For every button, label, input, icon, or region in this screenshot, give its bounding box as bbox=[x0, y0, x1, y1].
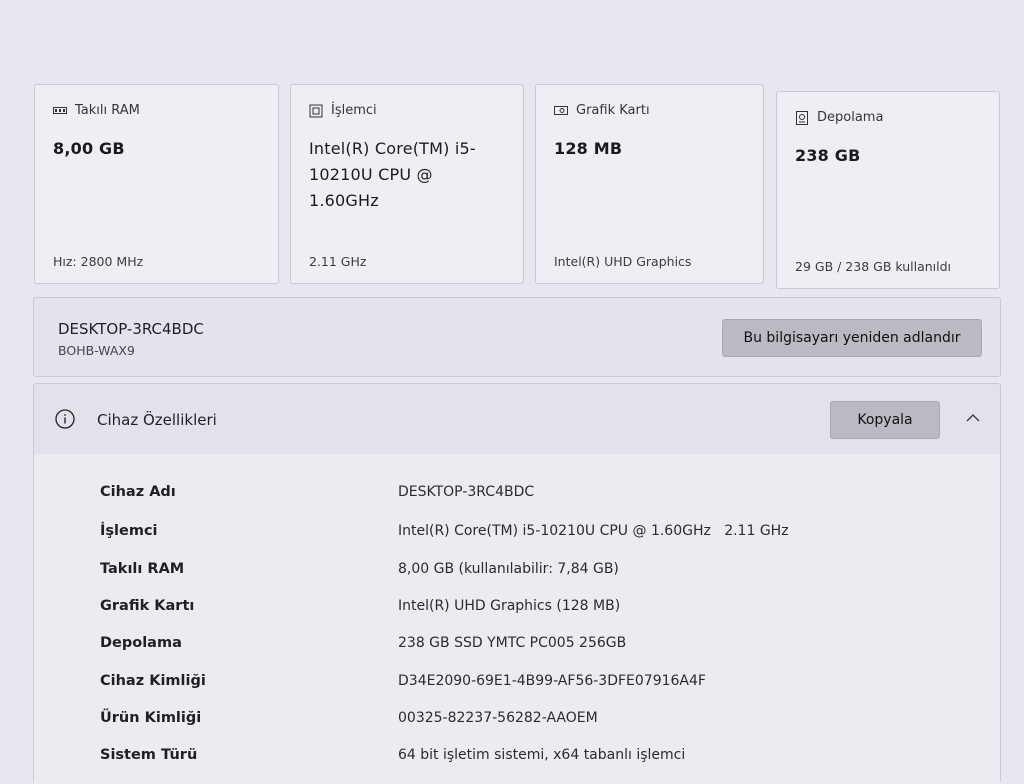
spec-row-system-type: Sistem Türü 64 bit işletim sistemi, x64 … bbox=[34, 747, 1000, 777]
spec-label: Grafik Kartı bbox=[100, 598, 195, 614]
storage-card-value: 238 GB bbox=[795, 146, 861, 165]
spec-label: Ürün Kimliği bbox=[100, 710, 202, 726]
spec-value: Intel(R) UHD Graphics (128 MB) bbox=[398, 598, 621, 614]
spec-label: Cihaz Adı bbox=[100, 484, 176, 500]
spec-row-processor: İşlemci Intel(R) Core(TM) i5-10210U CPU … bbox=[34, 523, 1000, 553]
spec-value: Intel(R) Core(TM) i5-10210U CPU @ 1.60GH… bbox=[398, 523, 789, 539]
spec-row-product-id: Ürün Kimliği 00325-82237-56282-AAOEM bbox=[34, 710, 1000, 740]
rename-pc-button[interactable]: Bu bilgisayarı yeniden adlandır bbox=[722, 319, 982, 357]
storage-card: Depolama 238 GB 29 GB / 238 GB kullanıld… bbox=[776, 91, 1000, 289]
spec-value: D34E2090-69E1-4B99-AF56-3DFE07916A4F bbox=[398, 673, 706, 689]
graphics-card-header: Grafik Kartı bbox=[554, 103, 745, 118]
processor-card-label: İşlemci bbox=[331, 103, 377, 118]
storage-card-label: Depolama bbox=[817, 110, 884, 125]
processor-card: İşlemci Intel(R) Core(TM) i5-10210U CPU … bbox=[290, 84, 524, 284]
storage-card-header: Depolama bbox=[795, 110, 981, 125]
processor-card-header: İşlemci bbox=[309, 103, 505, 118]
spec-value: 64 bit işletim sistemi, x64 tabanlı işle… bbox=[398, 747, 686, 763]
spec-row-graphics: Grafik Kartı Intel(R) UHD Graphics (128 … bbox=[34, 598, 1000, 628]
storage-icon bbox=[795, 110, 809, 125]
graphics-card-foot: Intel(R) UHD Graphics bbox=[554, 254, 692, 269]
spec-label: İşlemci bbox=[100, 523, 158, 539]
graphics-card-value: 128 MB bbox=[554, 139, 623, 158]
ram-card-header: Takılı RAM bbox=[53, 103, 260, 118]
device-specifications-list: Cihaz Adı DESKTOP-3RC4BDC İşlemci Intel(… bbox=[34, 454, 1000, 784]
storage-card-foot: 29 GB / 238 GB kullanıldı bbox=[795, 259, 952, 274]
spec-label: Sistem Türü bbox=[100, 747, 198, 763]
graphics-card-icon bbox=[554, 104, 568, 118]
ram-card-value: 8,00 GB bbox=[53, 139, 125, 158]
spec-value: 8,00 GB (kullanılabilir: 7,84 GB) bbox=[398, 561, 619, 577]
ram-card-foot: Hız: 2800 MHz bbox=[53, 254, 144, 269]
spec-row-device-id: Cihaz Kimliği D34E2090-69E1-4B99-AF56-3D… bbox=[34, 673, 1000, 703]
spec-value: 238 GB SSD YMTC PC005 256GB bbox=[398, 635, 627, 651]
device-specifications-title: Cihaz Özellikleri bbox=[97, 411, 217, 429]
info-icon bbox=[55, 409, 75, 429]
device-name: DESKTOP-3RC4BDC bbox=[58, 320, 204, 338]
ram-card-label: Takılı RAM bbox=[75, 103, 140, 118]
spec-row-device-name: Cihaz Adı DESKTOP-3RC4BDC bbox=[34, 484, 1000, 514]
device-specifications-panel: Cihaz Özellikleri Kopyala Cihaz Adı DESK… bbox=[33, 383, 1001, 784]
chevron-up-icon[interactable] bbox=[964, 410, 982, 424]
processor-card-value: Intel(R) Core(TM) i5-10210U CPU @ 1.60GH… bbox=[309, 139, 476, 210]
spec-row-storage: Depolama 238 GB SSD YMTC PC005 256GB bbox=[34, 635, 1000, 665]
graphics-card: Grafik Kartı 128 MB Intel(R) UHD Graphic… bbox=[535, 84, 764, 284]
spec-value: 00325-82237-56282-AAOEM bbox=[398, 710, 598, 726]
processor-icon bbox=[309, 104, 323, 118]
device-name-bar: DESKTOP-3RC4BDC BOHB-WAX9 Bu bilgisayarı… bbox=[33, 297, 1001, 377]
ram-icon bbox=[53, 104, 67, 118]
processor-card-foot: 2.11 GHz bbox=[309, 254, 367, 269]
copy-button[interactable]: Kopyala bbox=[830, 401, 940, 439]
graphics-card-label: Grafik Kartı bbox=[576, 103, 650, 118]
spec-label: Depolama bbox=[100, 635, 182, 651]
device-subtitle: BOHB-WAX9 bbox=[58, 343, 135, 358]
spec-row-ram: Takılı RAM 8,00 GB (kullanılabilir: 7,84… bbox=[34, 561, 1000, 591]
device-specifications-header[interactable]: Cihaz Özellikleri Kopyala bbox=[34, 384, 1000, 455]
spec-label: Cihaz Kimliği bbox=[100, 673, 206, 689]
spec-label: Takılı RAM bbox=[100, 561, 185, 577]
spec-value: DESKTOP-3RC4BDC bbox=[398, 484, 535, 500]
ram-card: Takılı RAM 8,00 GB Hız: 2800 MHz bbox=[34, 84, 279, 284]
